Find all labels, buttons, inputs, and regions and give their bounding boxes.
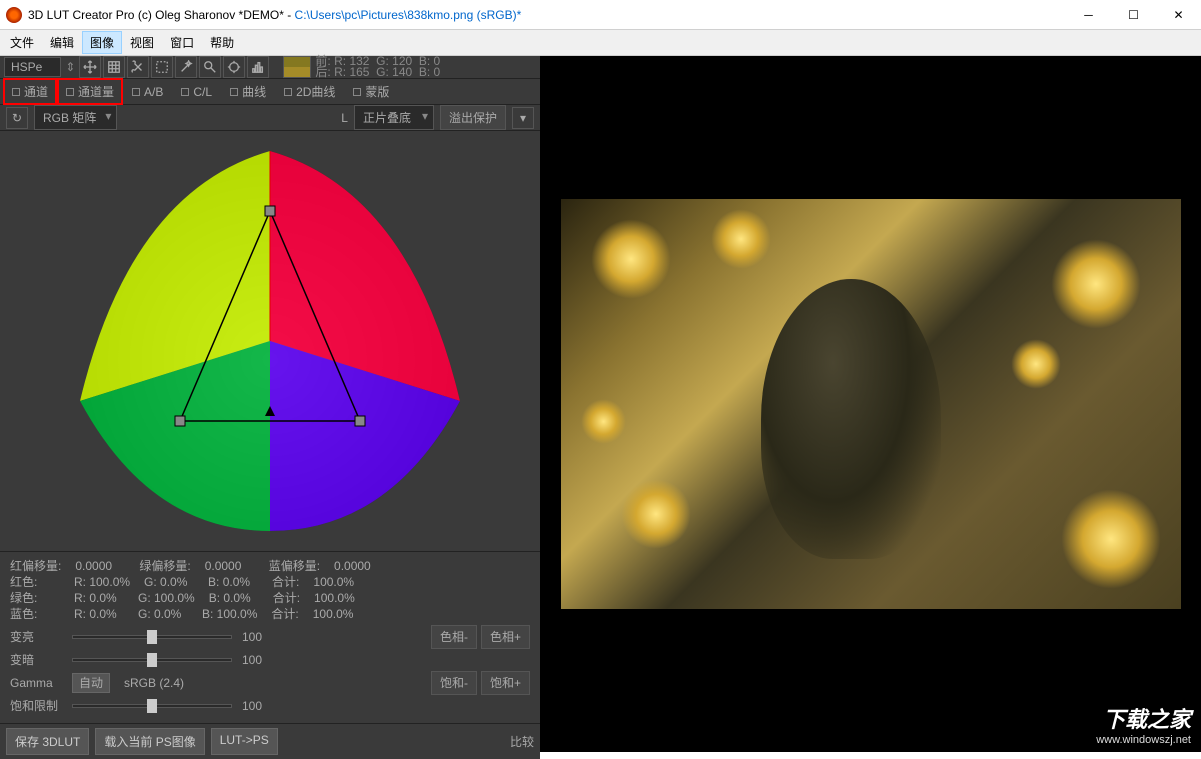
darken-slider[interactable]: [72, 658, 232, 662]
tab-mask[interactable]: 蒙版: [345, 79, 397, 104]
radio-icon: [12, 88, 20, 96]
titlebar-text: 3D LUT Creator Pro (c) Oleg Sharonov *DE…: [28, 8, 1066, 22]
satlimit-slider[interactable]: [72, 704, 232, 708]
tab-channel[interactable]: 通道: [4, 79, 56, 104]
rgb-readout: 前: R: 132 G: 120 B: 0 后: R: 165 G: 140 B…: [315, 56, 440, 78]
grid-tool-icon[interactable]: [103, 56, 125, 78]
info-panel: 红偏移量:0.0000 绿偏移量:0.0000 蓝偏移量:0.0000 红色:R…: [0, 551, 540, 723]
auto-button[interactable]: 自动: [72, 673, 110, 693]
action-row: 保存 3DLUT 载入当前 PS图像 LUT->PS 比较: [0, 723, 540, 759]
menu-file[interactable]: 文件: [2, 31, 42, 54]
tab-volume[interactable]: 通道量: [58, 79, 122, 104]
close-button[interactable]: ✕: [1156, 0, 1201, 30]
preview-image[interactable]: [561, 199, 1181, 609]
file-path: C:\Users\pc\Pictures\838kmo.png (sRGB)*: [295, 8, 522, 22]
blend-mode-select[interactable]: 正片叠底: [354, 105, 434, 130]
l-label: L: [341, 111, 348, 125]
load-ps-button[interactable]: 载入当前 PS图像: [95, 728, 204, 755]
watermark-url: www.windowszj.net: [1096, 734, 1191, 746]
color-swatch[interactable]: [283, 56, 311, 78]
gamma-mode: sRGB (2.4): [124, 675, 184, 691]
radio-icon: [132, 88, 140, 96]
mode-tabs: 通道 通道量 A/B C/L 曲线 2D曲线 蒙版: [0, 79, 540, 105]
radio-icon: [66, 88, 74, 96]
compare-label[interactable]: 比较: [510, 733, 534, 750]
preview-panel: 下载之家 www.windowszj.net: [540, 56, 1201, 752]
color-gamut-triangle[interactable]: [50, 131, 490, 551]
menu-help[interactable]: 帮助: [202, 31, 242, 54]
colorspace-select[interactable]: HSPe: [4, 57, 61, 77]
titlebar: 3D LUT Creator Pro (c) Oleg Sharonov *DE…: [0, 0, 1201, 30]
sat-minus-button[interactable]: 饱和-: [431, 671, 477, 695]
menu-icon[interactable]: ▾: [512, 107, 534, 129]
wand-icon[interactable]: [175, 56, 197, 78]
menu-edit[interactable]: 编辑: [42, 31, 82, 54]
minimize-button[interactable]: ─: [1066, 0, 1111, 30]
color-readout: 前: R: 132 G: 120 B: 0 后: R: 165 G: 140 B…: [283, 56, 440, 78]
lighten-slider[interactable]: [72, 635, 232, 639]
updown-icon[interactable]: ⇕: [65, 60, 75, 74]
hue-plus-button[interactable]: 色相+: [481, 625, 530, 649]
radio-icon: [353, 88, 361, 96]
menu-window[interactable]: 窗口: [162, 31, 202, 54]
lut-to-ps-button[interactable]: LUT->PS: [211, 728, 278, 755]
tab-cl[interactable]: C/L: [173, 81, 220, 103]
radio-icon: [284, 88, 292, 96]
hue-minus-button[interactable]: 色相-: [431, 625, 477, 649]
tab-2dcurve[interactable]: 2D曲线: [276, 79, 343, 104]
overflow-protect-button[interactable]: 溢出保护: [440, 105, 506, 130]
maximize-button[interactable]: ☐: [1111, 0, 1156, 30]
watermark: 下载之家 www.windowszj.net: [1096, 702, 1191, 746]
sat-plus-button[interactable]: 饱和+: [481, 671, 530, 695]
app-name: 3D LUT Creator Pro (c) Oleg Sharonov *DE…: [28, 8, 295, 22]
color-canvas[interactable]: [0, 131, 540, 551]
workspace: HSPe ⇕ 前: R: 132 G: 120 B: 0 后: R: 165 G…: [0, 56, 1201, 752]
move-tool-icon[interactable]: [79, 56, 101, 78]
menu-view[interactable]: 视图: [122, 31, 162, 54]
reset-icon[interactable]: ↻: [6, 107, 28, 129]
menu-image[interactable]: 图像: [82, 31, 122, 54]
zoom-icon[interactable]: [199, 56, 221, 78]
scissors-icon[interactable]: [127, 56, 149, 78]
left-panel: HSPe ⇕ 前: R: 132 G: 120 B: 0 后: R: 165 G…: [0, 56, 540, 752]
save-3dlut-button[interactable]: 保存 3DLUT: [6, 728, 89, 755]
watermark-text: 下载之家: [1096, 702, 1191, 734]
top-toolbar: HSPe ⇕ 前: R: 132 G: 120 B: 0 后: R: 165 G…: [0, 56, 540, 79]
radio-icon: [230, 88, 238, 96]
sub-toolbar: ↻ RGB 矩阵 L 正片叠底 溢出保护 ▾: [0, 105, 540, 131]
target-icon[interactable]: [223, 56, 245, 78]
levels-icon[interactable]: [247, 56, 269, 78]
tab-curve[interactable]: 曲线: [222, 79, 274, 104]
radio-icon: [181, 88, 189, 96]
matrix-select[interactable]: RGB 矩阵: [34, 105, 117, 130]
app-icon: [6, 7, 22, 23]
tab-ab[interactable]: A/B: [124, 81, 171, 103]
menubar: 文件 编辑 图像 视图 窗口 帮助: [0, 30, 1201, 56]
select-rect-icon[interactable]: [151, 56, 173, 78]
